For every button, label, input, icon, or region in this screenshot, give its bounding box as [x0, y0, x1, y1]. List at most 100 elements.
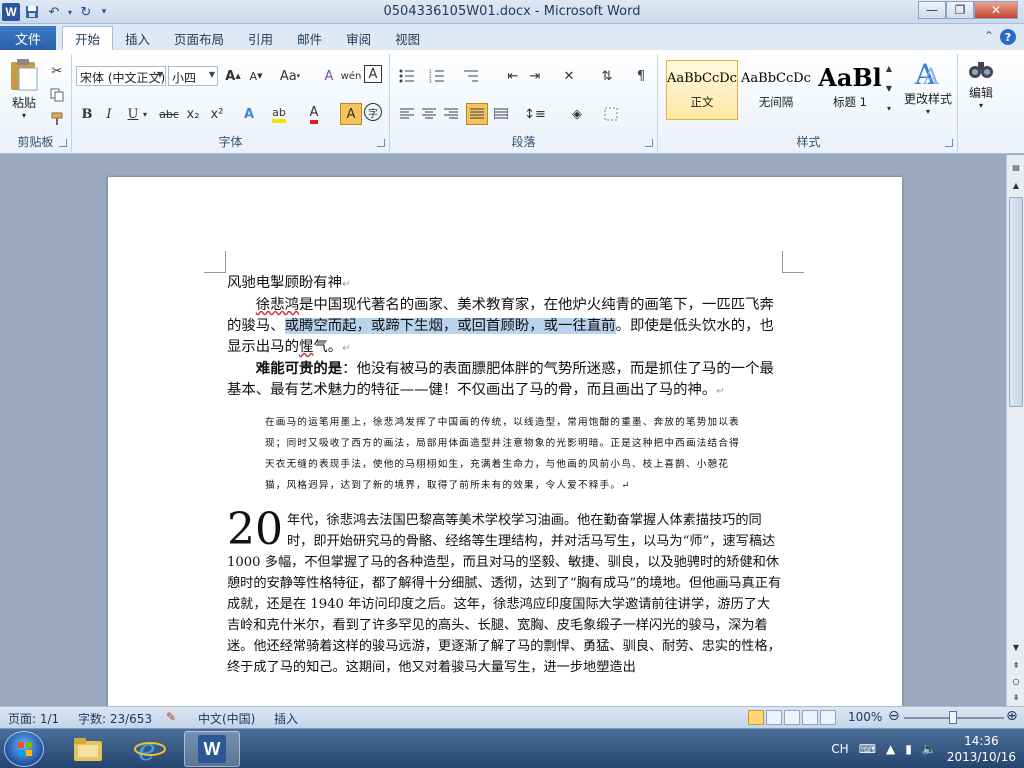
word-app-icon[interactable]: W	[2, 3, 20, 21]
font-launcher-icon[interactable]	[377, 139, 385, 147]
language-indicator[interactable]: 中文(中国)	[198, 710, 255, 727]
decrease-indent-icon[interactable]: ⇤	[502, 65, 524, 87]
zoom-slider-thumb[interactable]	[949, 711, 957, 724]
draft-view-icon[interactable]	[820, 710, 836, 725]
align-left-icon[interactable]	[396, 103, 418, 125]
zoom-in-icon[interactable]: ⊕	[1006, 708, 1018, 724]
full-screen-reading-view-icon[interactable]	[766, 710, 782, 725]
superscript-icon[interactable]: x²	[206, 103, 228, 125]
taskbar-ie-icon[interactable]: e	[122, 731, 178, 767]
word-count[interactable]: 字数: 23/653	[78, 710, 152, 727]
tab-page-layout[interactable]: 页面布局	[162, 26, 236, 50]
tab-home[interactable]: 开始	[62, 26, 114, 50]
borders-icon[interactable]	[600, 103, 622, 125]
scroll-thumb[interactable]	[1009, 197, 1023, 407]
editing-button[interactable]: 编辑 ▾	[962, 58, 1000, 110]
change-styles-button[interactable]: AA 更改样式 ▾	[900, 58, 956, 116]
distributed-icon[interactable]	[490, 103, 512, 125]
help-icon[interactable]: ?	[1000, 29, 1016, 45]
style-heading-1[interactable]: AaBl 标题 1	[814, 60, 886, 120]
bullets-icon[interactable]	[396, 65, 418, 87]
taskbar-word-icon[interactable]: W	[184, 731, 240, 767]
close-button[interactable]: ✕	[974, 1, 1018, 19]
print-layout-view-icon[interactable]	[748, 710, 764, 725]
styles-scroll-down-icon[interactable]: ▼	[882, 78, 896, 98]
sort-icon[interactable]: ⇅	[596, 65, 618, 87]
styles-more-icon[interactable]: ▾	[882, 98, 896, 118]
minimize-button[interactable]: —	[918, 1, 946, 19]
customize-qat-icon[interactable]: ▾	[98, 2, 110, 22]
font-name-dropdown-icon[interactable]: ▼	[157, 70, 163, 79]
align-right-icon[interactable]	[440, 103, 462, 125]
keyboard-icon[interactable]: ⌨	[859, 742, 876, 756]
change-case-icon[interactable]: Aa ▾	[276, 65, 304, 87]
chinese-layout-icon[interactable]: ✕	[558, 65, 580, 87]
start-button[interactable]	[4, 731, 44, 767]
restore-button[interactable]: ❐	[946, 1, 974, 19]
strikethrough-icon[interactable]: abc	[156, 103, 182, 125]
proofing-icon[interactable]: ✎	[166, 710, 176, 724]
align-center-icon[interactable]	[418, 103, 440, 125]
tray-expand-icon[interactable]: ▲	[886, 742, 895, 756]
next-page-icon[interactable]: ⇟	[1008, 689, 1024, 705]
font-size-combo[interactable]: 小四 ▼	[168, 66, 218, 86]
tab-mailings[interactable]: 邮件	[285, 26, 334, 50]
scroll-up-icon[interactable]: ▲	[1008, 177, 1024, 193]
redo-icon[interactable]: ↻	[76, 2, 96, 22]
text-effects-icon[interactable]: A	[238, 103, 260, 125]
paragraph-launcher-icon[interactable]	[645, 139, 653, 147]
multilevel-list-icon[interactable]	[460, 65, 482, 87]
minimize-ribbon-icon[interactable]: ⌃	[984, 29, 994, 45]
ruler-toggle-icon[interactable]: ▤	[1008, 159, 1024, 175]
insert-mode-indicator[interactable]: 插入	[274, 710, 298, 727]
paste-button[interactable]: 粘贴 ▾	[6, 58, 42, 120]
undo-dropdown-icon[interactable]: ▾	[66, 2, 74, 22]
taskbar-explorer-icon[interactable]	[60, 731, 116, 767]
character-border-icon[interactable]: A	[364, 65, 382, 83]
character-shading-icon[interactable]: A	[340, 103, 362, 125]
vertical-scrollbar[interactable]: ▤ ▲ ▼ ⇞ ○ ⇟	[1006, 155, 1024, 706]
page-count[interactable]: 页面: 1/1	[8, 710, 59, 727]
outline-view-icon[interactable]	[802, 710, 818, 725]
zoom-out-icon[interactable]: ⊖	[888, 708, 900, 724]
show-hide-marks-icon[interactable]: ¶	[630, 65, 652, 87]
bold-icon[interactable]: B	[76, 103, 98, 125]
zoom-level[interactable]: 100%	[848, 710, 882, 724]
network-icon[interactable]: ▮	[905, 742, 912, 756]
tab-review[interactable]: 审阅	[334, 26, 383, 50]
clock[interactable]: 14:36 2013/10/16	[947, 733, 1016, 765]
volume-icon[interactable]: 🔈	[922, 742, 937, 756]
style-normal[interactable]: AaBbCcDc 正文	[666, 60, 738, 120]
styles-launcher-icon[interactable]	[945, 139, 953, 147]
underline-dropdown-icon[interactable]: ▾	[140, 103, 150, 125]
input-method-indicator[interactable]: CH	[831, 742, 848, 756]
tab-file[interactable]: 文件	[0, 26, 56, 50]
cut-icon[interactable]: ✂	[46, 60, 68, 82]
save-icon[interactable]	[22, 2, 42, 22]
previous-page-icon[interactable]: ⇞	[1008, 657, 1024, 673]
font-color-icon[interactable]: A	[304, 103, 324, 125]
subscript-icon[interactable]: x₂	[182, 103, 204, 125]
numbering-icon[interactable]: 123	[426, 65, 448, 87]
undo-icon[interactable]: ↶	[44, 2, 64, 22]
format-painter-icon[interactable]	[46, 108, 68, 130]
clear-formatting-icon[interactable]: A	[318, 65, 340, 87]
editing-dropdown-icon[interactable]: ▾	[979, 101, 983, 110]
italic-icon[interactable]: I	[98, 103, 120, 125]
web-layout-view-icon[interactable]	[784, 710, 800, 725]
highlight-icon[interactable]: ab	[266, 103, 292, 125]
style-no-spacing[interactable]: AaBbCcDc 无间隔	[740, 60, 812, 120]
select-browse-object-icon[interactable]: ○	[1008, 673, 1024, 689]
tab-insert[interactable]: 插入	[113, 26, 162, 50]
font-size-dropdown-icon[interactable]: ▼	[209, 70, 215, 79]
phonetic-guide-icon[interactable]: wén	[340, 65, 362, 87]
copy-icon[interactable]	[46, 84, 68, 106]
increase-indent-icon[interactable]: ⇥	[524, 65, 546, 87]
styles-scroll-up-icon[interactable]: ▲	[882, 58, 896, 78]
tab-view[interactable]: 视图	[383, 26, 432, 50]
line-spacing-icon[interactable]: ↕≡	[524, 103, 546, 125]
scroll-down-icon[interactable]: ▼	[1008, 639, 1024, 655]
font-name-combo[interactable]: 宋体 (中文正文) ▼	[76, 66, 166, 86]
shrink-font-icon[interactable]: A ▼	[245, 65, 267, 87]
enclose-characters-icon[interactable]: 字	[364, 103, 382, 121]
